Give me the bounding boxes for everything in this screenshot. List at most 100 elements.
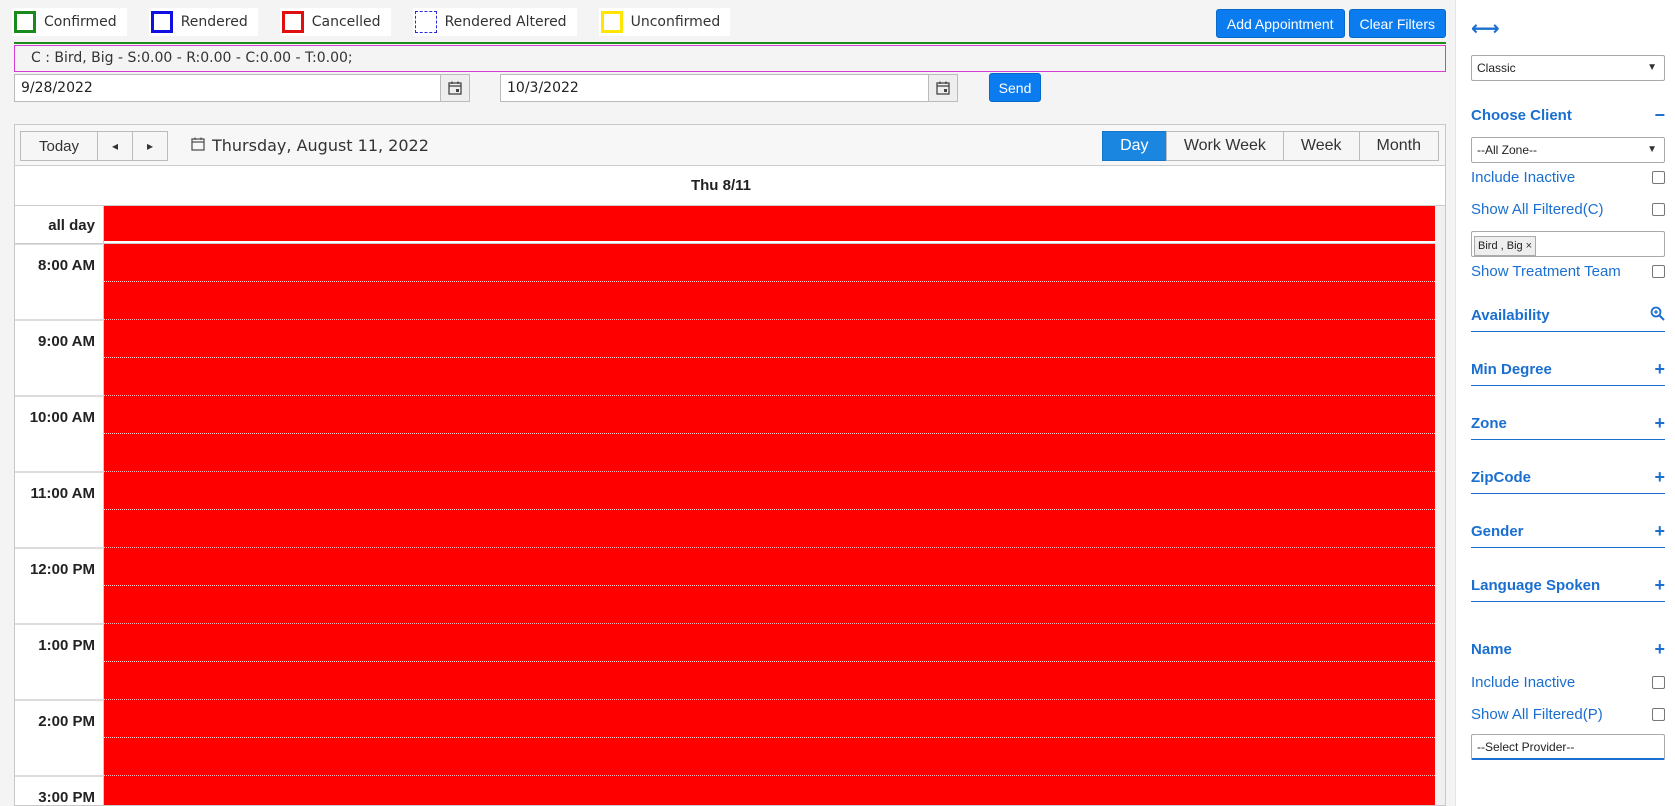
- half-hour-row: [15, 662, 1445, 700]
- current-date-label: Thursday, August 11, 2022: [212, 136, 429, 155]
- end-date-value[interactable]: 10/3/2022: [501, 80, 928, 96]
- start-date-field[interactable]: 9/28/2022: [14, 74, 470, 102]
- show-all-filtered-client[interactable]: Show All Filtered(C): [1471, 198, 1665, 220]
- hour-row: 10:00 AM: [15, 396, 1445, 434]
- view-day-button[interactable]: Day: [1101, 131, 1167, 161]
- provider-select[interactable]: --Select Provider--: [1471, 734, 1665, 760]
- add-appointment-button[interactable]: Add Appointment: [1215, 9, 1345, 38]
- time-slot[interactable]: [104, 396, 1445, 434]
- show-all-filtered-checkbox[interactable]: [1652, 707, 1665, 721]
- all-day-event[interactable]: [104, 206, 1445, 243]
- time-slot[interactable]: [104, 776, 1445, 805]
- close-icon[interactable]: ×: [1526, 240, 1532, 252]
- calendar-icon: [191, 137, 205, 155]
- cancelled-swatch-icon: [281, 11, 304, 33]
- send-button[interactable]: Send: [989, 73, 1041, 102]
- plus-icon[interactable]: +: [1654, 359, 1665, 380]
- next-icon[interactable]: ▸: [132, 131, 168, 161]
- chevron-down-icon: ▼: [1647, 62, 1657, 73]
- client-multiselect[interactable]: Bird , Big ×: [1471, 231, 1665, 257]
- calendar: Today ◂ ▸ Thursday, August 11, 2022 Day …: [14, 124, 1446, 806]
- time-slot[interactable]: [104, 738, 1445, 776]
- name-section[interactable]: Name +: [1471, 633, 1665, 665]
- legend-confirmed: Confirmed: [12, 8, 127, 36]
- chevron-down-icon: ▼: [1647, 144, 1657, 155]
- unconfirmed-swatch-icon: [600, 11, 623, 33]
- view-month-button[interactable]: Month: [1358, 131, 1439, 161]
- plus-icon[interactable]: +: [1654, 413, 1665, 434]
- calendar-icon[interactable]: [440, 75, 469, 101]
- gender-section[interactable]: Gender +: [1471, 516, 1665, 548]
- template-select[interactable]: Classic ▼: [1471, 55, 1665, 81]
- include-inactive-client[interactable]: Include Inactive: [1471, 166, 1665, 188]
- provider-select-value: --Select Provider--: [1477, 740, 1575, 754]
- legend-cancelled: Cancelled: [279, 8, 391, 36]
- time-label: 2:00 PM: [15, 700, 104, 738]
- start-date-value[interactable]: 9/28/2022: [15, 80, 440, 96]
- time-label: 9:00 AM: [15, 320, 104, 358]
- half-hour-row: [15, 434, 1445, 472]
- time-slot[interactable]: [104, 244, 1445, 282]
- time-label-blank: [15, 434, 104, 472]
- hour-row: 9:00 AM: [15, 320, 1445, 358]
- plus-icon[interactable]: +: [1654, 521, 1665, 542]
- include-inactive-label: Include Inactive: [1471, 168, 1576, 186]
- choose-client-label: Choose Client: [1471, 106, 1572, 124]
- today-button[interactable]: Today: [20, 131, 98, 161]
- time-slot[interactable]: [104, 510, 1445, 548]
- legend-label: Rendered: [180, 14, 248, 30]
- include-inactive-provider[interactable]: Include Inactive: [1471, 671, 1665, 693]
- collapse-icon[interactable]: −: [1654, 105, 1665, 126]
- time-slot[interactable]: [104, 700, 1445, 738]
- time-label-blank: [15, 586, 104, 624]
- time-label: 1:00 PM: [15, 624, 104, 662]
- zone-section[interactable]: Zone +: [1471, 408, 1665, 440]
- view-week-button[interactable]: Week: [1282, 131, 1360, 161]
- prev-icon[interactable]: ◂: [97, 131, 133, 161]
- zone-select[interactable]: --All Zone-- ▼: [1471, 137, 1665, 163]
- clear-filters-button[interactable]: Clear Filters: [1348, 9, 1446, 38]
- plus-icon[interactable]: +: [1654, 575, 1665, 596]
- show-all-filtered-provider[interactable]: Show All Filtered(P): [1471, 703, 1665, 725]
- language-spoken-section[interactable]: Language Spoken +: [1471, 570, 1665, 602]
- time-slot[interactable]: [104, 586, 1445, 624]
- client-tag: Bird , Big ×: [1474, 236, 1537, 256]
- time-slot[interactable]: [104, 662, 1445, 700]
- half-hour-row: [15, 510, 1445, 548]
- show-all-filtered-checkbox[interactable]: [1652, 202, 1665, 216]
- time-label: 8:00 AM: [15, 244, 104, 282]
- top-toolbar: Add Appointment Clear Filters: [1212, 9, 1446, 38]
- time-slot[interactable]: [104, 320, 1445, 358]
- calendar-toolbar: Today ◂ ▸ Thursday, August 11, 2022 Day …: [15, 125, 1445, 166]
- time-slot[interactable]: [104, 434, 1445, 472]
- zipcode-section[interactable]: ZipCode +: [1471, 462, 1665, 494]
- filter-sidebar: ⟷ Classic ▼ Choose Client − --All Zone--…: [1455, 0, 1675, 806]
- time-slot[interactable]: [104, 624, 1445, 662]
- calendar-icon[interactable]: [928, 75, 957, 101]
- time-slot[interactable]: [104, 548, 1445, 586]
- min-degree-section[interactable]: Min Degree +: [1471, 354, 1665, 386]
- calendar-nav: Today ◂ ▸: [20, 131, 168, 161]
- availability-section[interactable]: Availability: [1471, 300, 1665, 332]
- time-label-blank: [15, 358, 104, 396]
- legend-label: Confirmed: [44, 14, 117, 30]
- end-date-field[interactable]: 10/3/2022: [500, 74, 958, 102]
- plus-icon[interactable]: +: [1654, 639, 1665, 660]
- client-tag-label: Bird , Big: [1478, 240, 1523, 252]
- show-treatment-team-checkbox[interactable]: [1652, 264, 1665, 278]
- calendar-scrollbar[interactable]: [1435, 206, 1445, 805]
- template-select-value: Classic: [1477, 61, 1516, 75]
- magnify-icon[interactable]: [1650, 306, 1665, 325]
- choose-client-header[interactable]: Choose Client −: [1471, 99, 1665, 131]
- include-inactive-checkbox[interactable]: [1652, 675, 1665, 689]
- view-work-week-button[interactable]: Work Week: [1165, 131, 1284, 161]
- show-treatment-team[interactable]: Show Treatment Team: [1471, 260, 1665, 282]
- time-slot[interactable]: [104, 358, 1445, 396]
- time-slot[interactable]: [104, 472, 1445, 510]
- expand-horizontal-icon[interactable]: ⟷: [1471, 16, 1500, 40]
- zone-select-value: --All Zone--: [1477, 143, 1538, 157]
- time-slot[interactable]: [104, 282, 1445, 320]
- plus-icon[interactable]: +: [1654, 467, 1665, 488]
- half-hour-row: [15, 738, 1445, 776]
- include-inactive-checkbox[interactable]: [1652, 170, 1665, 184]
